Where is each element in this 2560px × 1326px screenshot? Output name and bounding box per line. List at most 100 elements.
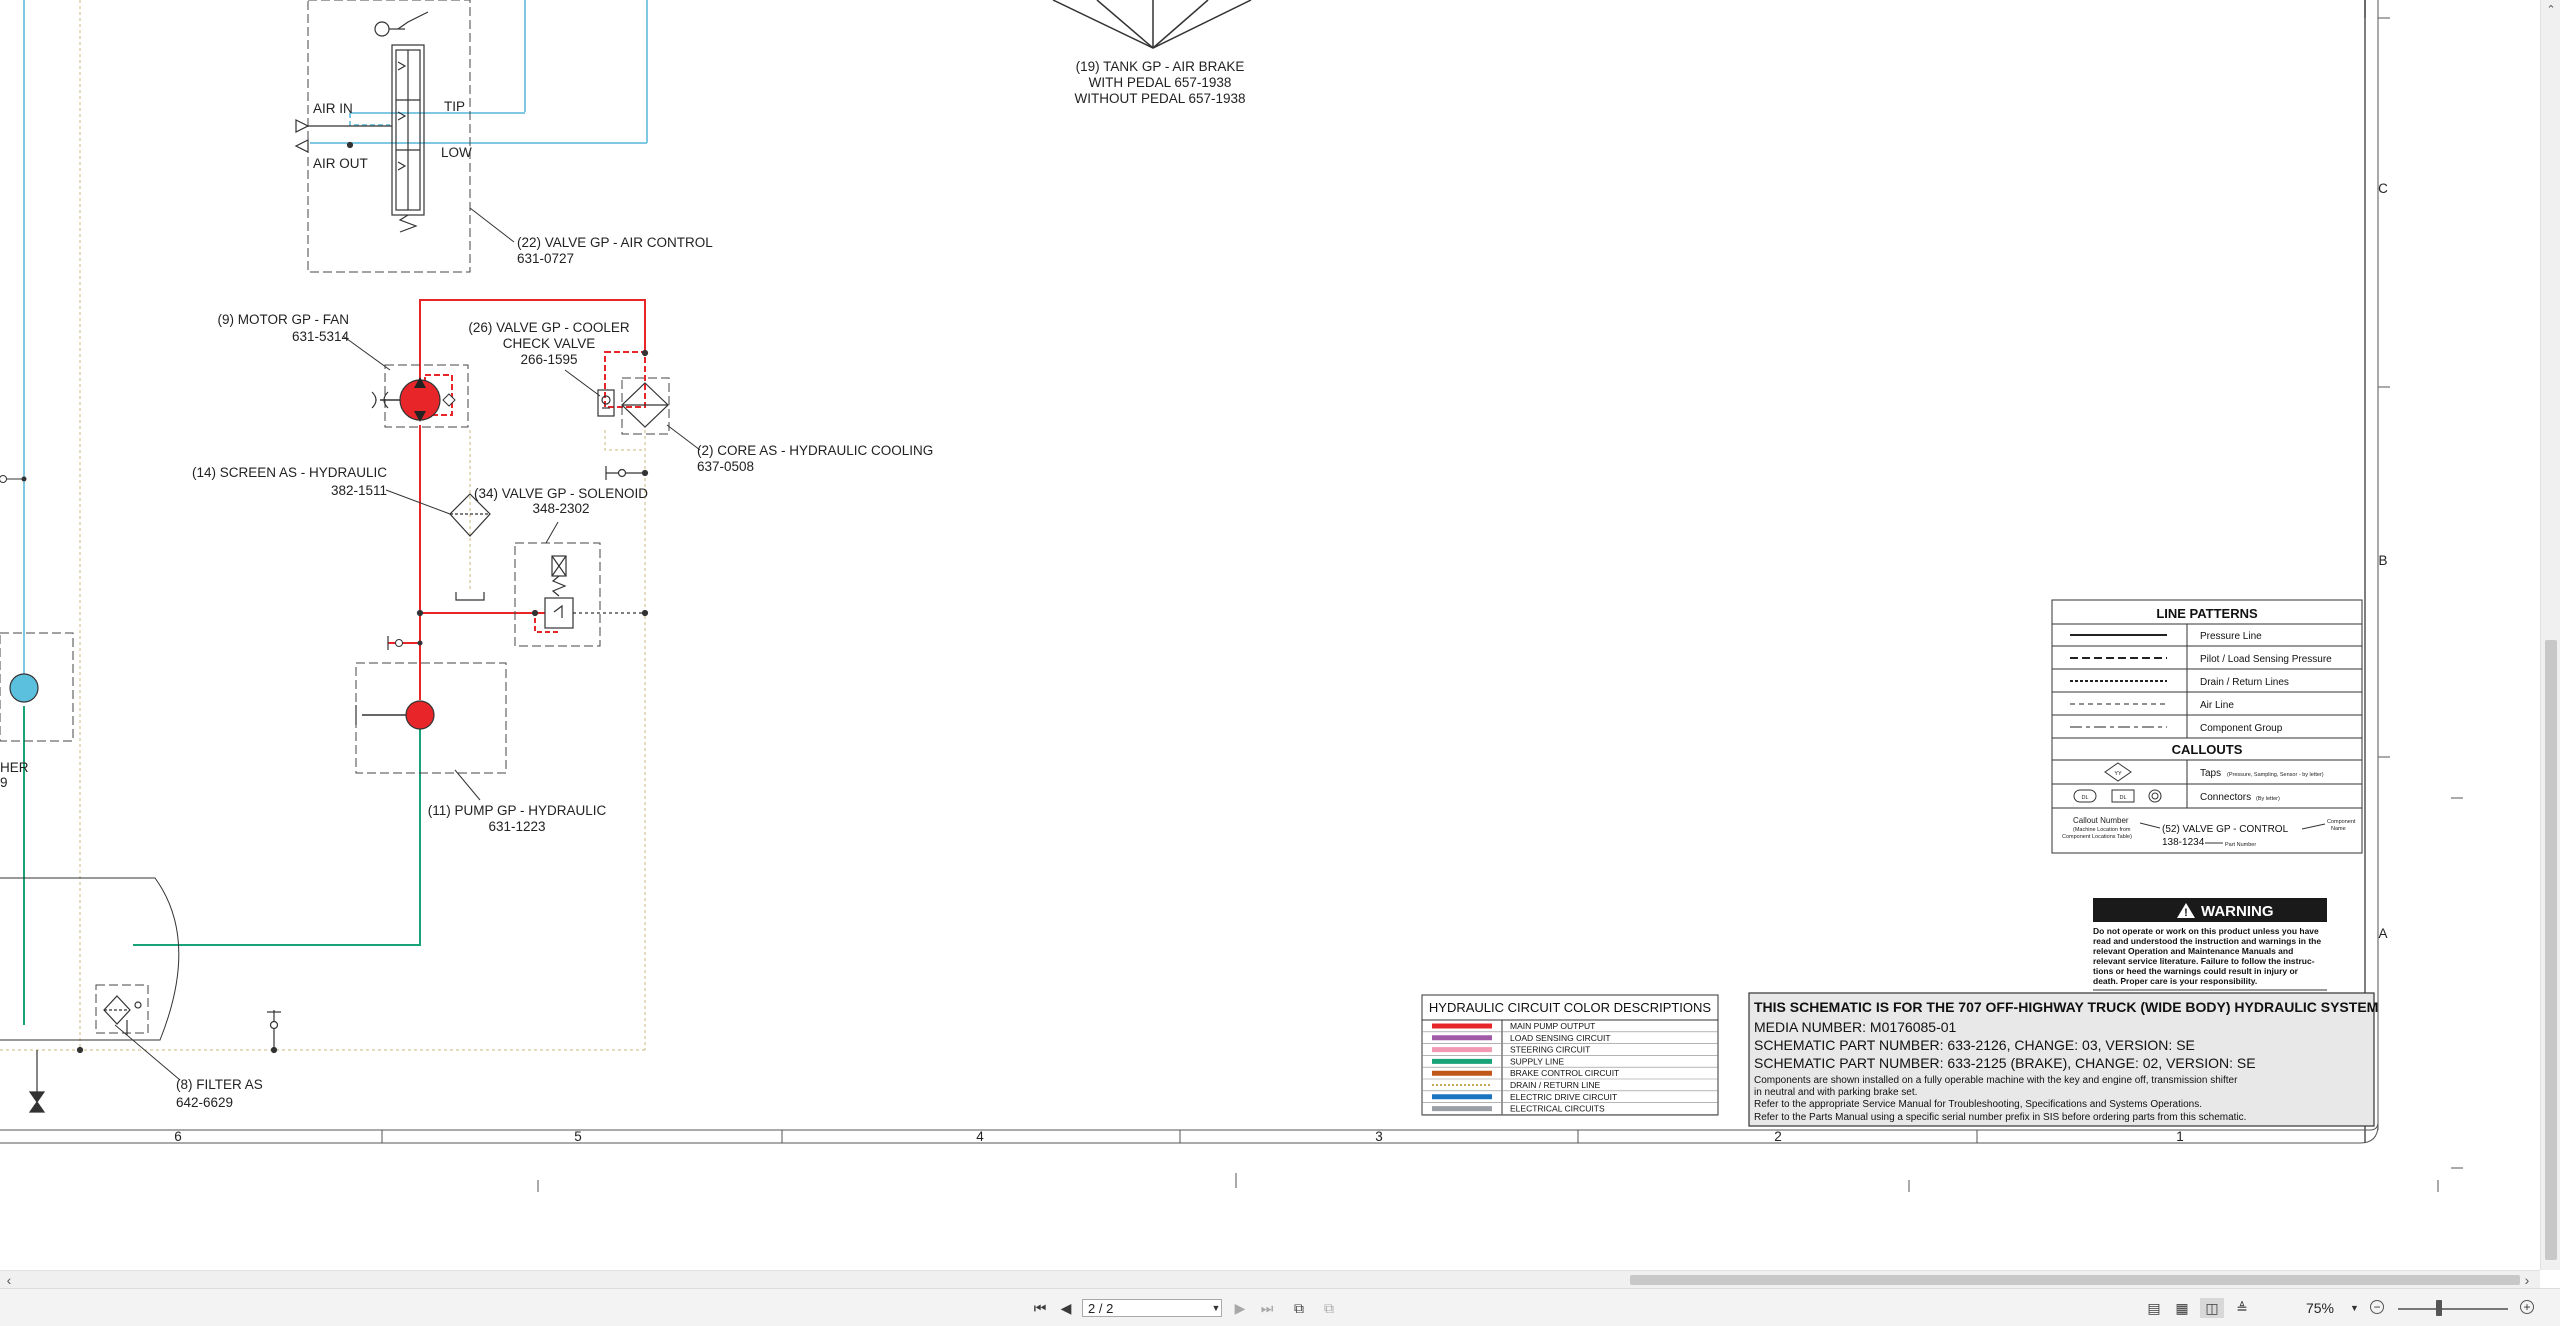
- zoom-dropdown-icon[interactable]: ▼: [2350, 1299, 2362, 1317]
- svg-text:Air Line: Air Line: [2200, 700, 2234, 711]
- page-dropdown-icon[interactable]: ▼: [1208, 1299, 1224, 1317]
- svg-text:Pressure Line: Pressure Line: [2200, 631, 2262, 642]
- tip-label: TIP: [444, 99, 465, 114]
- svg-text:(14) SCREEN AS - HYDRAULIC: (14) SCREEN AS - HYDRAULIC: [192, 465, 387, 480]
- callout-pump: (11) PUMP GP - HYDRAULIC 631-1223: [428, 803, 607, 834]
- warning-box: ! WARNING Do not operate or work on this…: [2093, 898, 2327, 991]
- svg-text:(34) VALVE GP - SOLENOID: (34) VALVE GP - SOLENOID: [474, 486, 648, 501]
- schematic-part-2: SCHEMATIC PART NUMBER: 633-2125 (BRAKE),…: [1754, 1055, 2256, 1071]
- next-page-icon[interactable]: ▶: [1232, 1298, 1248, 1318]
- svg-text:Pilot / Load Sensing Pressure: Pilot / Load Sensing Pressure: [2200, 654, 2332, 665]
- svg-text:relevant service literature. F: relevant service literature. Failure to …: [2093, 956, 2315, 966]
- document-viewport[interactable]: 6 5 4 3 2 1 C B A AIR IN AIR OUT TIP LOW…: [0, 0, 2560, 1270]
- zone-row-c: C: [2378, 181, 2388, 196]
- svg-text:LINE PATTERNS: LINE PATTERNS: [2156, 606, 2258, 621]
- viewer-toolbar: ⏮ ◀ 2 / 2 ▼ ▶ ⏭ ⧉ ⧉ ▤ ▦ ◫ ≜ 75% ▼ − +: [0, 1288, 2560, 1326]
- svg-text:HYDRAULIC CIRCUIT COLOR DESCRI: HYDRAULIC CIRCUIT COLOR DESCRIPTIONS: [1429, 1000, 1712, 1015]
- svg-text:(By letter): (By letter): [2256, 796, 2280, 802]
- zone-row-a: A: [2378, 926, 2387, 941]
- zone-col-1: 1: [2176, 1129, 2184, 1144]
- horizontal-scroll-thumb[interactable]: [1630, 1275, 2520, 1285]
- scroll-left-arrow-icon[interactable]: ‹: [2, 1272, 16, 1288]
- svg-text:Taps: Taps: [2200, 768, 2221, 779]
- horizontal-scrollbar[interactable]: ‹ ›: [0, 1270, 2540, 1289]
- svg-text:WITHOUT PEDAL 657-1938: WITHOUT PEDAL 657-1938: [1074, 91, 1245, 106]
- single-page-view-icon[interactable]: ▤: [2144, 1298, 2164, 1318]
- hydraulic-schematic: 6 5 4 3 2 1 C B A AIR IN AIR OUT TIP LOW…: [0, 0, 2463, 1192]
- color-legend-label: STEERING CIRCUIT: [1510, 1045, 1590, 1055]
- svg-text:tions or heed the warnings cou: tions or heed the warnings could result …: [2093, 966, 2299, 976]
- svg-text:read and understood the instru: read and understood the instruction and …: [2093, 936, 2321, 946]
- callout-filter: (8) FILTER AS 642-6629: [176, 1077, 263, 1110]
- svg-text:Component Locations Table): Component Locations Table): [2062, 834, 2132, 840]
- svg-text:631-5314: 631-5314: [292, 329, 350, 344]
- callout-tank: (19) TANK GP - AIR BRAKE WITH PEDAL 657-…: [1074, 59, 1245, 106]
- continuous-view-icon[interactable]: ▦: [2172, 1298, 2192, 1318]
- low-label: LOW: [441, 145, 472, 160]
- zone-columns: 6 5 4 3 2 1: [174, 1129, 2184, 1144]
- continuous-facing-view-icon[interactable]: ≜: [2232, 1298, 2252, 1318]
- color-legend-label: MAIN PUMP OUTPUT: [1510, 1021, 1595, 1031]
- callout-solenoid-valve: (34) VALVE GP - SOLENOID 348-2302: [474, 486, 648, 516]
- zone-col-4: 4: [976, 1129, 984, 1144]
- color-legend-label: ELECTRICAL CIRCUITS: [1510, 1104, 1605, 1114]
- color-legend-label: LOAD SENSING CIRCUIT: [1510, 1033, 1611, 1043]
- air-out-label: AIR OUT: [313, 156, 368, 171]
- zoom-in-icon[interactable]: +: [2520, 1300, 2534, 1314]
- scroll-up-arrow-icon[interactable]: ⌃: [2545, 4, 2557, 16]
- svg-text:(Machine Location from: (Machine Location from: [2073, 827, 2131, 833]
- previous-view-icon[interactable]: ⧉: [1288, 1298, 1310, 1318]
- svg-text:Component: Component: [2327, 819, 2356, 825]
- zone-col-3: 3: [1375, 1129, 1383, 1144]
- svg-text:WARNING: WARNING: [2201, 903, 2274, 920]
- svg-text:(Pressure, Sampling, Sensor -: (Pressure, Sampling, Sensor - by letter): [2227, 772, 2324, 778]
- svg-text:DL: DL: [2119, 795, 2126, 801]
- zoom-slider-thumb[interactable]: [2436, 1300, 2442, 1316]
- first-page-icon[interactable]: ⏮: [1030, 1298, 1050, 1318]
- filter-symbol: [28, 995, 281, 1113]
- svg-text:(11) PUMP GP - HYDRAULIC: (11) PUMP GP - HYDRAULIC: [428, 803, 607, 818]
- title-block: THIS SCHEMATIC IS FOR THE 707 OFF-HIGHWA…: [1748, 992, 2378, 1127]
- color-legend-label: ELECTRIC DRIVE CIRCUIT: [1510, 1092, 1617, 1102]
- facing-view-icon[interactable]: ◫: [2200, 1298, 2224, 1318]
- previous-page-icon[interactable]: ◀: [1056, 1298, 1076, 1318]
- svg-text:in neutral and with parking br: in neutral and with parking brake set.: [1754, 1087, 1917, 1098]
- svg-text:9: 9: [0, 775, 8, 790]
- zoom-level[interactable]: 75%: [2290, 1299, 2350, 1317]
- next-view-icon[interactable]: ⧉: [1318, 1298, 1340, 1318]
- accumulator-symbol: [0, 475, 39, 703]
- solenoid-valve-symbol: [416, 555, 649, 629]
- vertical-scroll-thumb[interactable]: [2545, 640, 2557, 1260]
- svg-text:Callout Number: Callout Number: [2073, 816, 2129, 825]
- zone-col-6: 6: [174, 1129, 182, 1144]
- air-control-valve-symbol: [294, 11, 429, 233]
- svg-text:(26) VALVE GP - COOLER: (26) VALVE GP - COOLER: [468, 320, 630, 335]
- svg-text:YY: YY: [2114, 771, 2122, 777]
- callout-screen: (14) SCREEN AS - HYDRAULIC 382-1511: [192, 465, 387, 498]
- color-descriptions-legend: HYDRAULIC CIRCUIT COLOR DESCRIPTIONS MAI…: [1421, 994, 1719, 1116]
- svg-text:(52) VALVE GP - CONTROL: (52) VALVE GP - CONTROL: [2162, 824, 2289, 835]
- zoom-out-icon[interactable]: −: [2370, 1300, 2384, 1314]
- svg-text:WITH PEDAL 657-1938: WITH PEDAL 657-1938: [1089, 75, 1232, 90]
- callout-fan-motor: (9) MOTOR GP - FAN 631-5314: [217, 312, 349, 344]
- svg-text:631-1223: 631-1223: [488, 819, 545, 834]
- air-brake-tank-symbol: [1052, 0, 1252, 49]
- zoom-slider-track[interactable]: [2398, 1308, 2508, 1310]
- svg-text:637-0508: 637-0508: [697, 459, 754, 474]
- svg-text:Do not operate or work on this: Do not operate or work on this product u…: [2093, 926, 2319, 936]
- last-page-icon[interactable]: ⏭: [1256, 1298, 1278, 1318]
- svg-text:(2) CORE AS - HYDRAULIC COOLIN: (2) CORE AS - HYDRAULIC COOLING: [697, 443, 933, 458]
- color-legend-label: DRAIN / RETURN LINE: [1510, 1080, 1601, 1090]
- svg-text:Connectors: Connectors: [2200, 792, 2251, 803]
- cooling-core-symbol: [605, 349, 669, 480]
- schematic-part-1: SCHEMATIC PART NUMBER: 633-2126, CHANGE:…: [1754, 1037, 2195, 1053]
- hydraulic-pump-symbol: [355, 636, 435, 730]
- zone-rows: C B A: [2378, 181, 2388, 941]
- media-number: MEDIA NUMBER: M0176085-01: [1754, 1019, 1957, 1035]
- svg-text:CHECK VALVE: CHECK VALVE: [503, 336, 596, 351]
- vertical-scrollbar[interactable]: ⌃: [2540, 0, 2560, 1270]
- scroll-right-arrow-icon[interactable]: ›: [2520, 1272, 2534, 1288]
- svg-text:Drain / Return Lines: Drain / Return Lines: [2200, 677, 2289, 688]
- page-number-field[interactable]: 2 / 2: [1082, 1299, 1222, 1317]
- color-legend-label: BRAKE CONTROL CIRCUIT: [1510, 1068, 1619, 1078]
